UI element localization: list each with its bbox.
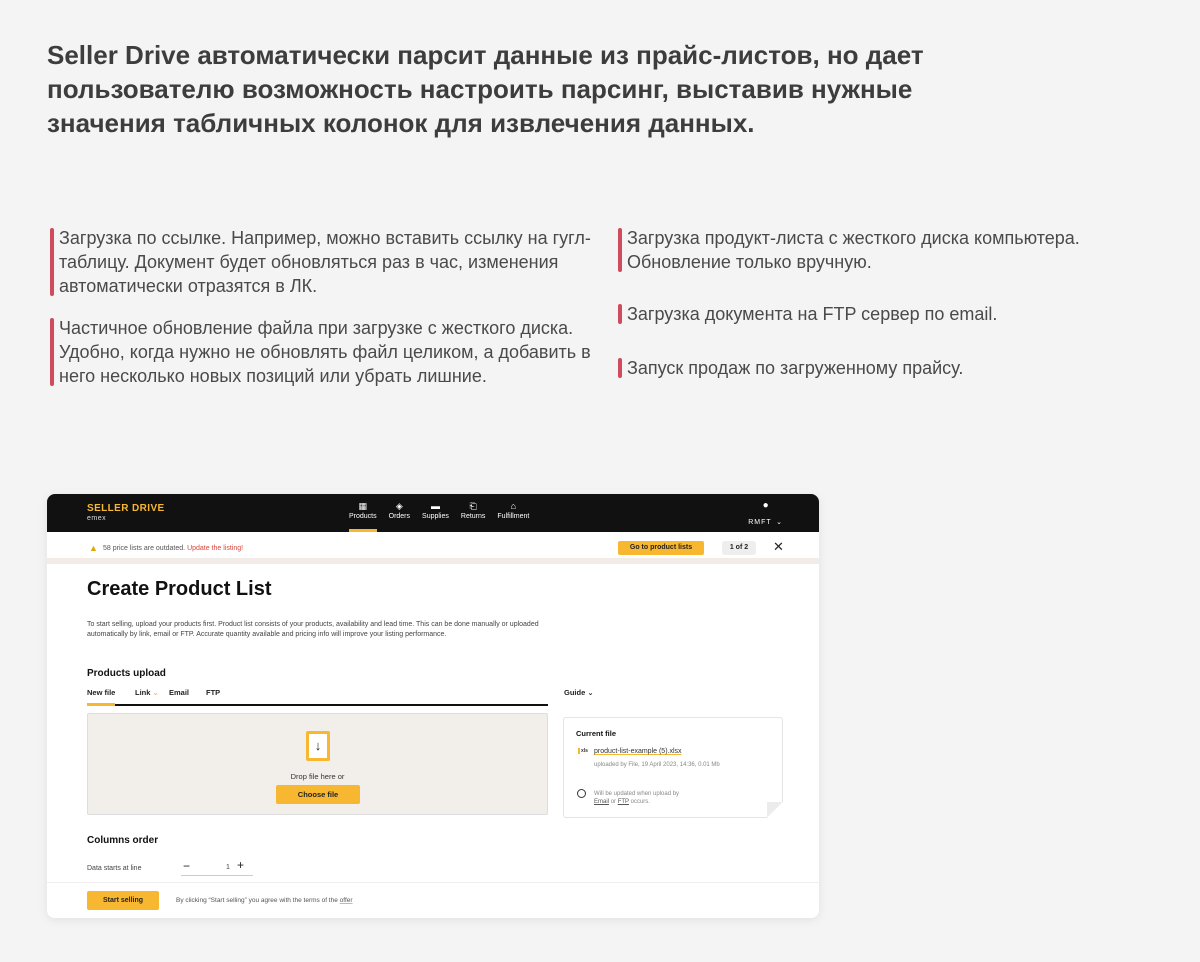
upload-tabs: New file Link ⌄ Email FTP: [87, 688, 548, 706]
nav-label: Orders: [388, 513, 411, 520]
footer-bar: Start selling By clicking “Start selling…: [47, 882, 819, 918]
current-file-link[interactable]: product-list-example (5).xlsx: [594, 748, 682, 755]
nav-label: Returns: [460, 513, 486, 520]
nav-item-returns[interactable]: ⎗ Returns: [455, 494, 492, 532]
warning-icon: ▲: [89, 543, 98, 553]
start-selling-button[interactable]: Start selling: [87, 891, 159, 910]
nav-label: Supplies: [422, 513, 449, 520]
boxes-icon: ▦: [358, 501, 368, 511]
nav-item-fulfillment[interactable]: ⌂ Fulfillment: [491, 494, 535, 532]
chevron-down-icon: ⌄: [152, 688, 159, 697]
close-icon[interactable]: ✕: [773, 539, 784, 555]
brand-sub: emex: [87, 515, 107, 522]
offer-link[interactable]: offer: [340, 897, 353, 904]
xls-file-icon: xls: [578, 748, 588, 754]
update-note: Will be updated when upload by Email or …: [594, 790, 764, 806]
guide-dropdown[interactable]: Guide ⌄: [564, 688, 594, 697]
tab-email[interactable]: Email: [169, 688, 189, 697]
update-note-text: Will be updated when upload by: [594, 791, 680, 797]
drop-text: Drop file here or: [290, 772, 345, 781]
truck-icon: ▬: [430, 501, 440, 511]
alert-message: 58 price lists are outdated.: [103, 545, 186, 552]
tab-new-file[interactable]: New file: [87, 688, 116, 706]
bullet-partial-update: Частичное обновление файла при загрузке …: [50, 316, 595, 388]
headline: Seller Drive автоматически парсит данные…: [47, 40, 924, 138]
tab-link[interactable]: Link ⌄: [135, 688, 159, 697]
bullet-link-upload: Загрузка по ссылке. Например, можно вста…: [50, 226, 595, 298]
alert-pager: 1 of 2: [722, 541, 756, 555]
current-file-meta: uploaded by File, 19 April 2023, 14:36, …: [594, 762, 720, 768]
data-start-stepper: − 1 +: [181, 858, 253, 876]
intro-text: To start selling, upload your products f…: [87, 621, 539, 638]
tab-ftp[interactable]: FTP: [206, 688, 220, 697]
update-listing-link[interactable]: Update the listing!: [187, 545, 243, 552]
main-nav: ▦ Products ◈ Orders ▬ Supplies ⎗ Returns…: [343, 494, 535, 532]
chevron-down-icon: ⌄: [776, 519, 783, 526]
columns-order-title: Columns order: [87, 835, 159, 846]
products-upload-title: Products upload: [87, 668, 166, 679]
account-menu[interactable]: ● RMFT ⌄: [748, 500, 783, 529]
current-file-card: Current file xls product-list-example (5…: [563, 717, 783, 818]
nav-item-supplies[interactable]: ▬ Supplies: [416, 494, 455, 532]
app-screenshot: SELLER DRIVE emex ▦ Products ◈ Orders ▬ …: [47, 494, 819, 918]
plus-icon[interactable]: +: [237, 858, 244, 872]
nav-label: Products: [349, 513, 377, 520]
data-start-label: Data starts at line: [87, 865, 142, 872]
bullet-start-sales: Запуск продаж по загруженному прайсу.: [618, 356, 1158, 380]
bullet-disk-upload: Загрузка продукт-листа с жесткого диска …: [618, 226, 1158, 274]
file-dropzone[interactable]: ↓ Drop file here or Choose file: [87, 713, 548, 815]
chevron-down-icon: ⌄: [587, 688, 594, 697]
go-to-product-lists-button[interactable]: Go to product lists: [618, 541, 704, 555]
ftp-link[interactable]: FTP: [618, 799, 629, 805]
package-icon: ◈: [395, 501, 403, 511]
bullet-ftp-upload: Загрузка документа на FTP сервер по emai…: [618, 302, 1158, 326]
minus-icon[interactable]: −: [183, 859, 190, 873]
alert-text: 58 price lists are outdated. Update the …: [103, 545, 243, 552]
account-label: RMFT: [748, 519, 772, 526]
stepper-value[interactable]: 1: [226, 864, 230, 871]
outdated-alert: ▲ 58 price lists are outdated. Update th…: [47, 532, 819, 564]
bullets-right: Загрузка продукт-листа с жесткого диска …: [618, 226, 1158, 380]
page-title: Create Product List: [87, 578, 272, 600]
terms-text: By clicking “Start selling” you agree wi…: [176, 897, 353, 904]
email-link[interactable]: Email: [594, 799, 609, 805]
nav-item-orders[interactable]: ◈ Orders: [383, 494, 416, 532]
guide-label: Guide: [564, 688, 586, 697]
top-navbar: SELLER DRIVE emex ▦ Products ◈ Orders ▬ …: [47, 494, 819, 532]
terms-message: By clicking “Start selling” you agree wi…: [176, 897, 338, 904]
return-icon: ⎗: [469, 501, 477, 511]
update-note-mid: or: [610, 799, 617, 805]
tab-link-label: Link: [135, 688, 151, 697]
brand-logo[interactable]: SELLER DRIVE emex: [87, 503, 165, 522]
nav-item-products[interactable]: ▦ Products: [343, 494, 383, 532]
file-download-icon: ↓: [306, 731, 330, 761]
warehouse-icon: ⌂: [510, 501, 517, 511]
update-note-end: occurs.: [630, 799, 650, 805]
choose-file-button[interactable]: Choose file: [276, 785, 360, 804]
clock-icon: [577, 789, 586, 798]
current-file-title: Current file: [576, 729, 617, 738]
nav-label: Fulfillment: [497, 513, 530, 520]
bullets-left: Загрузка по ссылке. Например, можно вста…: [50, 226, 595, 388]
brand-name: SELLER DRIVE: [87, 503, 165, 514]
user-icon: ●: [762, 500, 769, 511]
